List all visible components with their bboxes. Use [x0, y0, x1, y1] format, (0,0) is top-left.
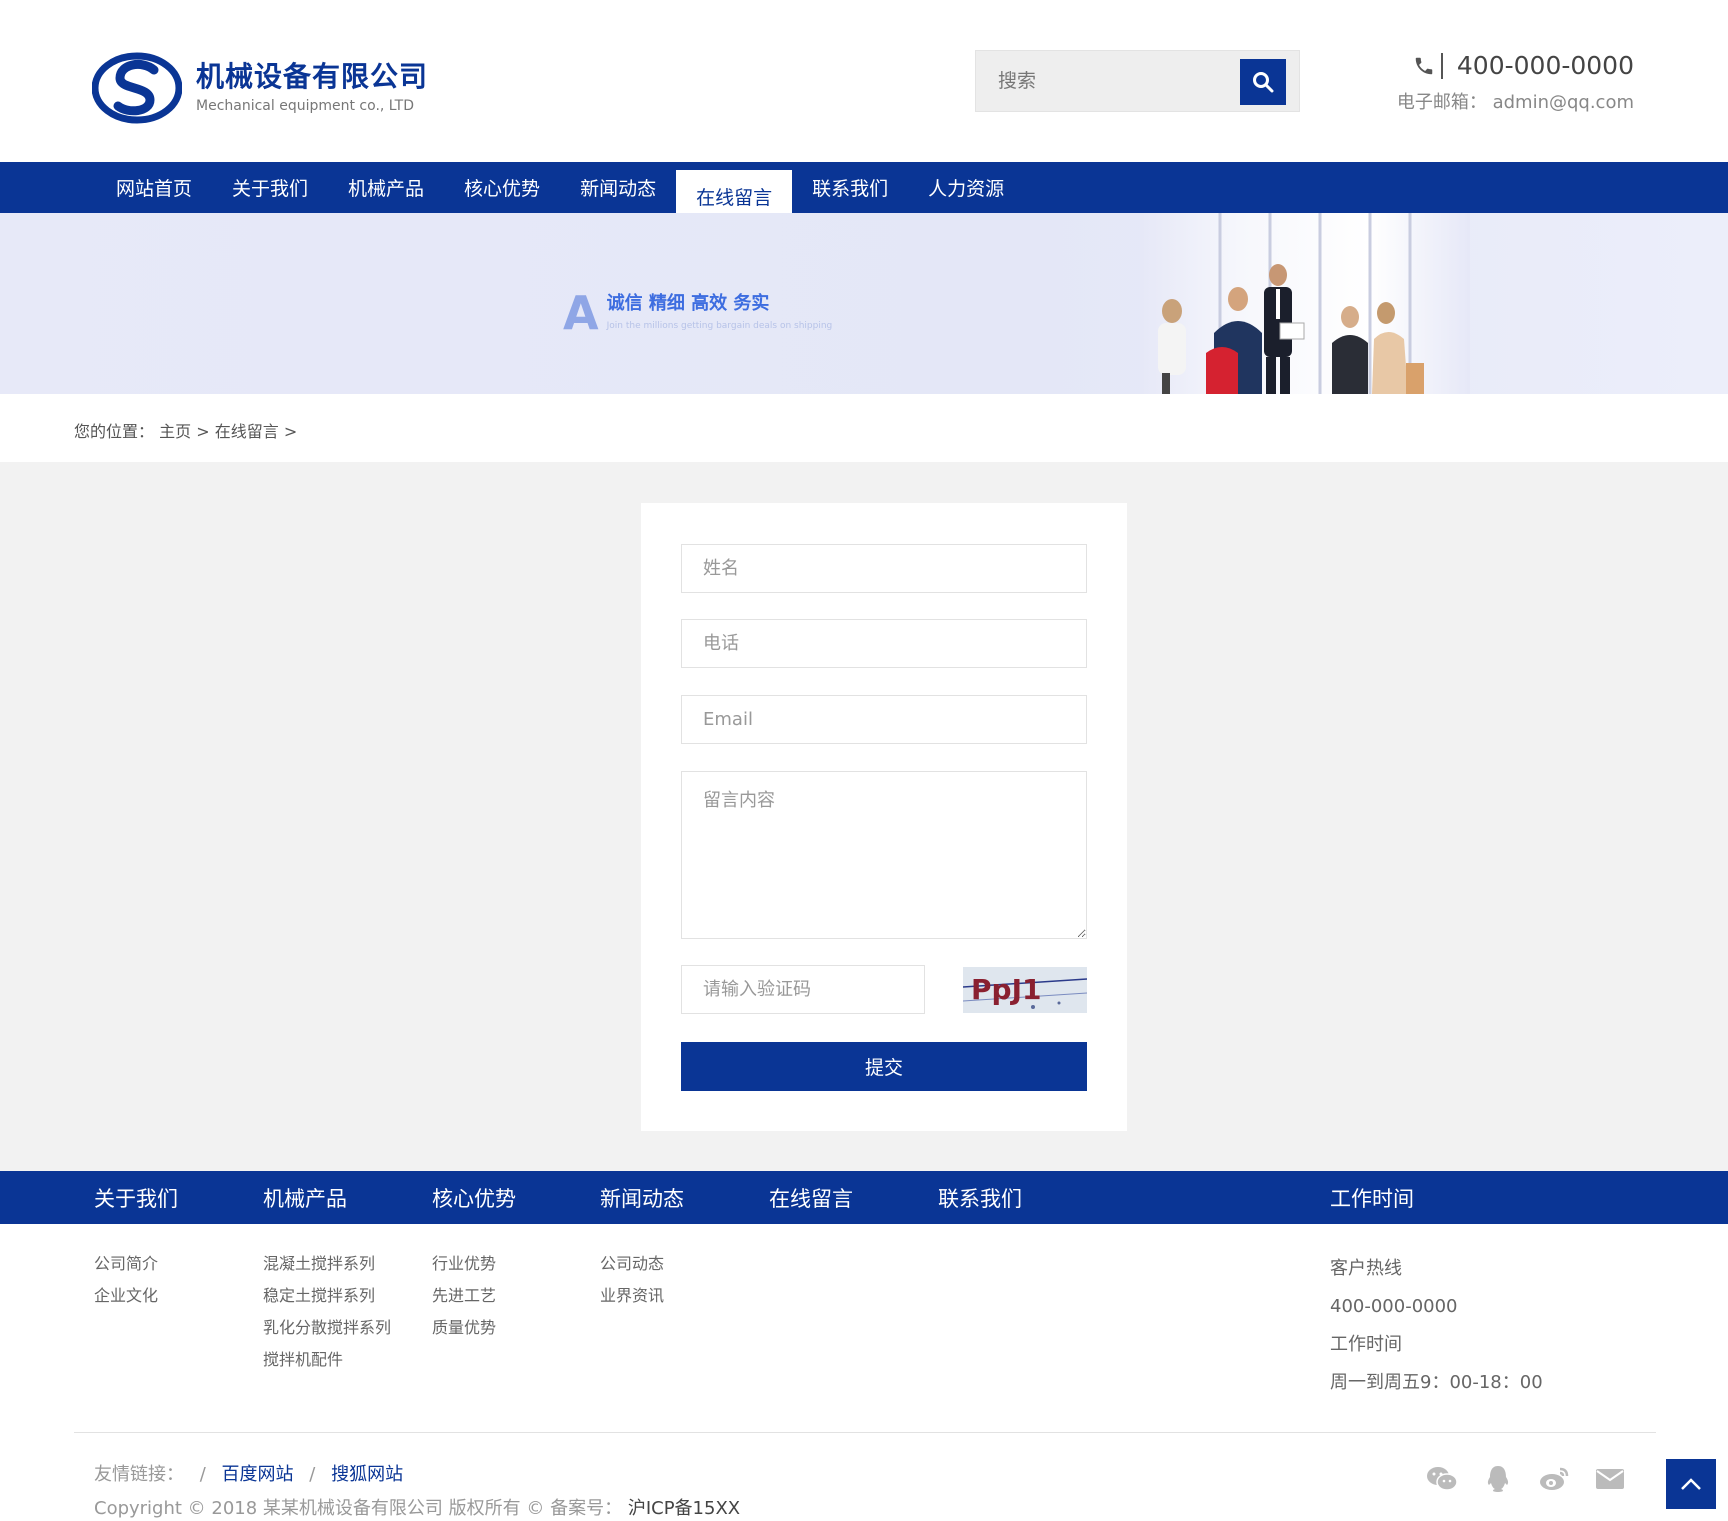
icp-number[interactable]: 沪ICP备15XX — [628, 1498, 740, 1519]
breadcrumb-home[interactable]: 主页 — [159, 422, 191, 441]
footer-col-about: 公司简介 企业文化 — [94, 1248, 158, 1312]
footer-work-title: 工作时间 — [1330, 1187, 1414, 1211]
footer-nav: 关于我们 机械产品 核心优势 新闻动态 在线留言 联系我们 工作时间 — [0, 1171, 1728, 1224]
footer-link[interactable]: 稳定土搅拌系列 — [263, 1280, 391, 1312]
logo-mark-icon — [92, 52, 182, 124]
banner-title: 诚信 精细 高效 务实 — [606, 293, 770, 314]
wechat-icon[interactable] — [1425, 1464, 1459, 1494]
search-box — [975, 50, 1300, 112]
captcha-input[interactable] — [681, 965, 925, 1014]
footer-col-title-products[interactable]: 机械产品 — [263, 1183, 347, 1213]
banner-letter: A — [563, 286, 599, 340]
main-content: PpJ1 提交 — [0, 462, 1728, 1171]
phone-separator — [1440, 53, 1443, 79]
nav-item-contact[interactable]: 联系我们 — [792, 162, 908, 213]
breadcrumb-prefix: 您的位置： — [74, 422, 155, 441]
qq-icon[interactable] — [1481, 1464, 1515, 1494]
link-separator: / — [309, 1464, 316, 1485]
breadcrumb: 您的位置： 主页 > 在线留言 > — [74, 418, 297, 442]
hotline-label: 客户热线 — [1330, 1258, 1402, 1279]
nav-item-news[interactable]: 新闻动态 — [560, 162, 676, 213]
business-meeting-image — [1140, 213, 1470, 394]
friend-link-baidu[interactable]: 百度网站 — [222, 1464, 294, 1485]
footer-link[interactable]: 企业文化 — [94, 1280, 158, 1312]
header-phone: 400-000-0000 — [1456, 51, 1634, 80]
footer-link[interactable]: 搅拌机配件 — [263, 1344, 391, 1376]
breadcrumb-bar: 您的位置： 主页 > 在线留言 > — [0, 394, 1728, 462]
logo[interactable]: 机械设备有限公司 Mechanical equipment co., LTD — [92, 52, 428, 124]
footer-col-advantages: 行业优势 先进工艺 质量优势 — [432, 1248, 496, 1344]
back-to-top-button[interactable] — [1666, 1459, 1716, 1509]
weibo-icon[interactable] — [1537, 1464, 1571, 1494]
friend-link-sohu[interactable]: 搜狐网站 — [331, 1464, 403, 1485]
hours-label: 工作时间 — [1330, 1334, 1402, 1355]
footer-col-news: 公司动态 业界资讯 — [600, 1248, 664, 1312]
footer-col-title-about[interactable]: 关于我们 — [94, 1183, 178, 1213]
nav-item-about[interactable]: 关于我们 — [212, 162, 328, 213]
footer-col-title-contact[interactable]: 联系我们 — [938, 1183, 1022, 1213]
footer-divider — [74, 1432, 1656, 1433]
link-separator: / — [199, 1464, 206, 1485]
main-nav: 网站首页 关于我们 机械产品 核心优势 新闻动态 在线留言 联系我们 人力资源 — [0, 162, 1728, 222]
footer-link[interactable]: 业界资讯 — [600, 1280, 664, 1312]
search-button[interactable] — [1240, 59, 1286, 105]
hotline-number: 400-000-0000 — [1330, 1296, 1458, 1317]
social-icons — [1425, 1464, 1627, 1494]
breadcrumb-current[interactable]: 在线留言 — [215, 422, 279, 441]
footer-link[interactable]: 公司动态 — [600, 1248, 664, 1280]
banner-slogan: A 诚信 精细 高效 务实 Join the millions getting … — [563, 286, 833, 340]
nav-item-hr[interactable]: 人力资源 — [908, 162, 1024, 213]
phone-field[interactable] — [681, 619, 1087, 668]
banner: A 诚信 精细 高效 务实 Join the millions getting … — [0, 213, 1728, 394]
hours-value: 周一到周五9：00-18：00 — [1330, 1372, 1543, 1393]
chevron-up-icon — [1681, 1478, 1701, 1490]
footer-link[interactable]: 乳化分散搅拌系列 — [263, 1312, 391, 1344]
copyright-text: Copyright © 2018 某某机械设备有限公司 版权所有 © 备案号： — [94, 1498, 623, 1519]
friend-links: 友情链接： / 百度网站 / 搜狐网站 — [94, 1460, 403, 1486]
banner-subtitle: Join the millions getting bargain deals … — [606, 321, 833, 331]
nav-item-home[interactable]: 网站首页 — [96, 162, 212, 213]
breadcrumb-separator: > — [283, 422, 298, 441]
site-header: 机械设备有限公司 Mechanical equipment co., LTD 4… — [0, 0, 1728, 162]
name-field[interactable] — [681, 544, 1087, 593]
footer-link[interactable]: 混凝土搅拌系列 — [263, 1248, 391, 1280]
message-field[interactable] — [681, 771, 1087, 939]
footer-col-products: 混凝土搅拌系列 稳定土搅拌系列 乳化分散搅拌系列 搅拌机配件 — [263, 1248, 391, 1376]
submit-button[interactable]: 提交 — [681, 1042, 1087, 1091]
footer-col-title-news[interactable]: 新闻动态 — [600, 1183, 684, 1213]
footer-col-title-advantages[interactable]: 核心优势 — [432, 1183, 516, 1213]
email-label: 电子邮箱： — [1396, 92, 1487, 113]
footer-col-title-message[interactable]: 在线留言 — [769, 1183, 853, 1213]
work-hours: 客户热线 400-000-0000 工作时间 周一到周五9：00-18：00 — [1330, 1250, 1543, 1402]
header-email[interactable]: admin@qq.com — [1493, 92, 1634, 113]
mail-icon[interactable] — [1593, 1464, 1627, 1494]
breadcrumb-separator: > — [196, 422, 210, 441]
header-contact: 400-000-0000 电子邮箱： admin@qq.com — [1397, 50, 1634, 114]
logo-title: 机械设备有限公司 — [196, 60, 429, 93]
captcha-text: PpJ1 — [971, 973, 1041, 1006]
search-input[interactable] — [976, 51, 1236, 111]
friend-links-label: 友情链接： — [94, 1464, 184, 1485]
message-form: PpJ1 提交 — [641, 503, 1127, 1131]
footer-link[interactable]: 公司简介 — [94, 1248, 158, 1280]
copyright: Copyright © 2018 某某机械设备有限公司 版权所有 © 备案号： … — [94, 1494, 740, 1520]
footer-link[interactable]: 质量优势 — [432, 1312, 496, 1344]
footer-link[interactable]: 先进工艺 — [432, 1280, 496, 1312]
phone-icon — [1415, 57, 1433, 75]
nav-item-products[interactable]: 机械产品 — [328, 162, 444, 213]
search-icon — [1253, 72, 1274, 93]
footer: 公司简介 企业文化 混凝土搅拌系列 稳定土搅拌系列 乳化分散搅拌系列 搅拌机配件… — [0, 1224, 1728, 1521]
logo-subtitle: Mechanical equipment co., LTD — [196, 98, 415, 114]
nav-item-advantages[interactable]: 核心优势 — [444, 162, 560, 213]
captcha-image[interactable]: PpJ1 — [963, 967, 1087, 1013]
footer-link[interactable]: 行业优势 — [432, 1248, 496, 1280]
email-field[interactable] — [681, 695, 1087, 744]
